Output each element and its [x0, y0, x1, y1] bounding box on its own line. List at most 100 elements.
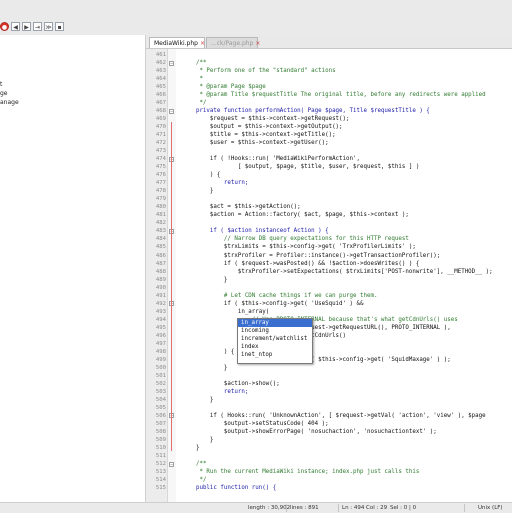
line-number: 499 — [155, 356, 166, 363]
run-icon[interactable]: ≫ — [44, 22, 53, 31]
file-browser-item[interactable]: anage — [0, 98, 19, 107]
code-line[interactable]: $output->setStatusCode( 404 ); — [182, 420, 329, 428]
fold-margin[interactable]: −−−−−−− — [168, 49, 176, 502]
code-line[interactable]: $act = $this->getAction(); — [182, 203, 301, 211]
autocomplete-item[interactable]: in_array — [238, 319, 312, 327]
code-line[interactable]: } — [182, 187, 214, 195]
fold-range-line — [171, 242, 172, 403]
tab-bar: MediaWiki.php × ...ck/Page.php × — [146, 35, 512, 49]
code-line[interactable]: private function performAction( Page $pa… — [182, 107, 430, 115]
code-line[interactable]: } — [182, 364, 228, 372]
code-line[interactable]: $request = $this->context->getRequest(); — [182, 115, 350, 123]
code-line[interactable]: } — [182, 436, 214, 444]
line-number: 515 — [155, 485, 166, 492]
code-line[interactable]: # Let CDN cache things if we can purge t… — [182, 292, 378, 300]
code-line[interactable]: // Use PROTO_INTERNAL because that's wha… — [182, 316, 458, 324]
tab-page-php[interactable]: ...ck/Page.php × — [206, 37, 260, 48]
code-line[interactable]: public function run() { — [182, 484, 276, 492]
step-icon[interactable]: ⇥ — [33, 22, 42, 31]
line-number: 506 — [155, 412, 166, 419]
line-number: 472 — [155, 140, 166, 147]
line-number: 477 — [155, 180, 166, 187]
line-number: 492 — [155, 300, 166, 307]
code-line[interactable]: $output->setCdnMaxage( $this->config->ge… — [182, 356, 451, 364]
file-browser-item[interactable]: t — [0, 80, 2, 89]
code-line[interactable]: return; — [182, 179, 248, 187]
code-area[interactable]: /** * Perform one of the "standard" acti… — [176, 49, 512, 502]
line-number: 468 — [155, 108, 166, 115]
line-number: 493 — [155, 308, 166, 315]
code-line[interactable]: if ( $action instanceof Action ) { — [182, 227, 329, 235]
code-line[interactable]: ) { — [182, 171, 220, 179]
code-editor[interactable]: MediaWiki.php × ...ck/Page.php × 461 462 463… — [146, 35, 512, 502]
code-line[interactable]: wfExpandUrl( $request->getRequestURL(), … — [182, 324, 451, 332]
stop-icon[interactable]: ● — [0, 22, 9, 31]
code-line[interactable]: if ( $request->wasPosted() && !$action->… — [182, 260, 419, 268]
fold-toggle-icon[interactable]: − — [169, 461, 174, 467]
line-number: 481 — [155, 212, 166, 219]
tab-mediawiki-php[interactable]: MediaWiki.php × — [149, 37, 205, 48]
line-number-gutter: 461 462 463 464 465 466 467 468 469 470 471 472 473 4… — [146, 49, 168, 502]
fold-toggle-icon[interactable]: − — [169, 60, 174, 66]
code-line[interactable]: $trxProfiler = Profiler::instance()->get… — [182, 252, 440, 260]
close-icon[interactable]: × — [255, 40, 260, 47]
fold-toggle-icon[interactable]: − — [169, 108, 174, 114]
code-line[interactable]: * @param Title $requestTitle The origina… — [182, 91, 485, 99]
code-line[interactable]: * @param Page $page — [182, 83, 265, 91]
code-line[interactable]: ) { — [182, 348, 234, 356]
save-icon[interactable]: ▪ — [55, 22, 64, 31]
line-number: 513 — [155, 469, 166, 476]
line-number: 490 — [155, 284, 166, 291]
code-line[interactable]: * Perform one of the "standard" actions — [182, 67, 335, 75]
code-line[interactable]: /** — [182, 59, 206, 67]
close-icon[interactable]: × — [200, 40, 205, 47]
line-number: 480 — [155, 204, 166, 211]
code-line[interactable]: $action = Action::factory( $act, $page, … — [182, 211, 409, 219]
code-line[interactable]: */ — [182, 476, 206, 484]
code-line[interactable]: $action->show(); — [182, 380, 280, 388]
code-line[interactable]: in_array( — [182, 308, 269, 316]
code-line[interactable]: ) — [182, 340, 242, 348]
code-line[interactable]: * Run the current MediaWiki instance; in… — [182, 468, 419, 476]
autocomplete-item[interactable]: index — [238, 343, 312, 351]
code-line[interactable]: */ — [182, 99, 206, 107]
file-browser-item[interactable]: ge — [0, 89, 8, 98]
code-line[interactable]: } — [182, 444, 200, 452]
code-line[interactable]: $output->showErrorPage( 'nosuchaction', … — [182, 428, 437, 436]
code-line[interactable]: [ $output, $page, $title, $user, $reques… — [182, 163, 420, 171]
step-back-icon[interactable]: ◀ — [11, 22, 20, 31]
code-line[interactable]: if ( $this->config->get( 'UseSquid' ) && — [182, 300, 364, 308]
line-number: 491 — [155, 292, 166, 299]
code-line[interactable]: $title = $this->context->getTitle(); — [182, 131, 336, 139]
code-line[interactable]: // Narrow DB query expectations for this… — [182, 235, 409, 243]
autocomplete-item[interactable]: inet_ntop — [238, 351, 312, 359]
code-line[interactable]: * — [182, 75, 203, 83]
line-number: 489 — [155, 276, 166, 283]
autocomplete-item[interactable]: increment/watchlist — [238, 335, 312, 343]
code-line[interactable]: $output = $this->context->getOutput(); — [182, 123, 343, 131]
line-number: 467 — [155, 100, 166, 107]
code-line[interactable]: $user = $this->context->getUser(); — [182, 139, 329, 147]
autocomplete-item[interactable]: incoming — [238, 327, 312, 335]
line-number: 496 — [155, 332, 166, 339]
line-number: 462 — [155, 60, 166, 67]
toolbar-row: ● ◀ ▶ ⇥ ≫ ▪ — [0, 20, 64, 34]
play-icon[interactable]: ▶ — [22, 22, 31, 31]
code-line[interactable]: if ( Hooks::run( 'UnknownAction', [ $req… — [182, 412, 486, 420]
line-number: 485 — [155, 244, 166, 251]
code-line[interactable]: if ( !Hooks::run( 'MediaWikiPerformActio… — [182, 155, 360, 163]
autocomplete-popup[interactable]: in_array incoming increment/watchlist index… — [237, 318, 313, 364]
line-number: 497 — [155, 340, 166, 347]
line-number: 514 — [155, 477, 166, 484]
code-line[interactable]: /** — [182, 460, 206, 468]
code-line[interactable]: } — [182, 276, 228, 284]
line-number: 473 — [155, 148, 166, 155]
code-line[interactable]: return; — [182, 388, 248, 396]
line-number: 509 — [155, 436, 166, 443]
line-number: 483 — [155, 228, 166, 235]
code-line[interactable]: $trxProfiler->setExpectations( $trxLimit… — [182, 268, 493, 276]
code-line[interactable]: $trxLimits = $this->config->get( 'TrxPro… — [182, 243, 416, 251]
line-number: 478 — [155, 188, 166, 195]
code-line[interactable]: } — [182, 396, 214, 404]
line-number: 476 — [155, 172, 166, 179]
